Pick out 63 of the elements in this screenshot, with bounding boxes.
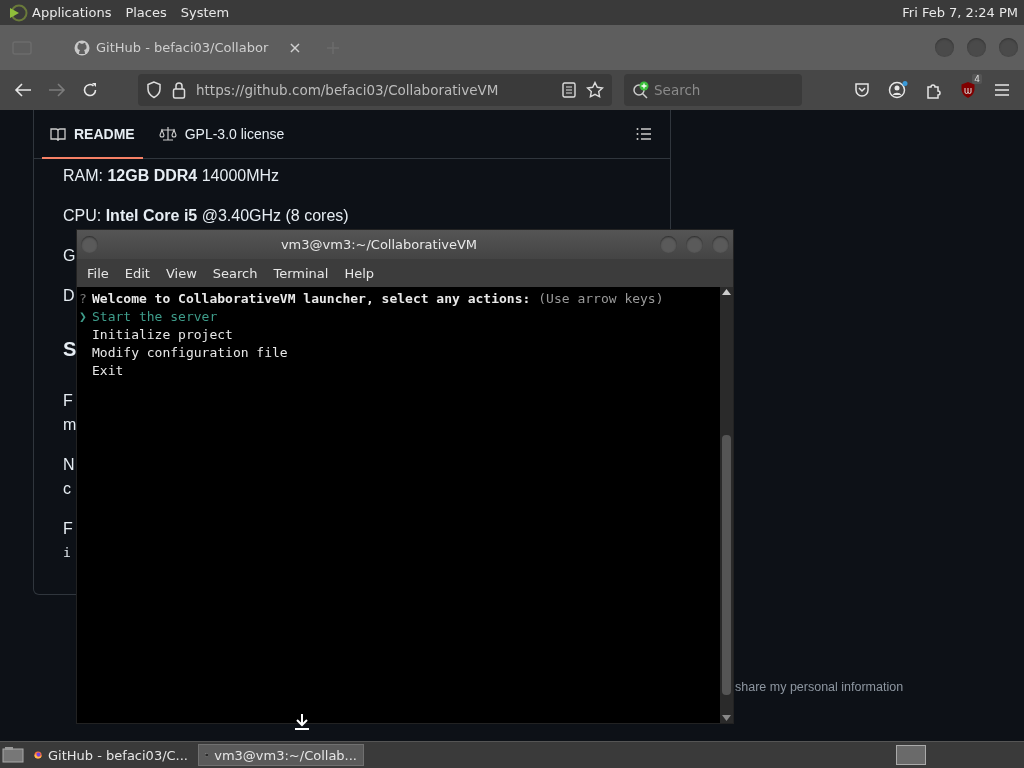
account-icon[interactable] <box>888 81 908 99</box>
section-heading: S <box>63 337 77 362</box>
scale-icon[interactable] <box>158 125 177 142</box>
panel-menu[interactable]: Places <box>125 5 167 20</box>
readme-tab[interactable]: GPL-3.0 license <box>150 110 293 159</box>
panel-menu[interactable]: Applications <box>32 5 112 20</box>
readme-text: m <box>63 415 77 435</box>
reload-icon[interactable] <box>82 82 98 98</box>
outline-icon[interactable] <box>636 127 652 141</box>
pointer-icon: ❯ <box>79 308 92 326</box>
prompt-mark: ? <box>79 290 88 308</box>
search-field[interactable]: Search <box>652 74 802 106</box>
menu-item[interactable]: Terminal <box>265 265 337 281</box>
menu-item[interactable]: File <box>79 265 117 281</box>
window-title: vm3@vm3:~/CollaborativeVM <box>279 237 479 252</box>
readme-text: N <box>63 455 75 475</box>
count-badge: 4 <box>972 74 982 84</box>
readme-text: c <box>63 479 71 499</box>
menu-option[interactable]: Exit <box>92 362 124 380</box>
show-desktop-icon[interactable] <box>2 746 24 764</box>
scrollbar[interactable] <box>720 287 733 723</box>
code-text: i <box>63 544 71 562</box>
reader-view-icon[interactable] <box>562 82 576 98</box>
github-icon[interactable] <box>74 39 90 56</box>
scroll-up-icon[interactable] <box>722 289 731 295</box>
readme-text: F <box>63 519 73 539</box>
readme-text: D <box>63 286 75 306</box>
menu-item[interactable]: Edit <box>116 265 158 281</box>
pocket-icon[interactable] <box>854 82 870 98</box>
download-icon[interactable] <box>293 713 311 731</box>
menu-item[interactable]: Search <box>204 265 266 281</box>
menu-item[interactable]: Help <box>336 265 383 281</box>
terminal-text: (Use arrow keys) <box>538 290 664 308</box>
close-tab-button[interactable]: × <box>288 38 302 57</box>
taskbar-button[interactable]: vm3@vm3:~/Collab... <box>198 744 364 766</box>
browser-tab[interactable]: GitHub - befaci03/Collabor <box>66 25 277 70</box>
clock[interactable]: Fri Feb 7, 2:24 PM <box>902 5 1018 20</box>
readme-text: G <box>63 246 76 266</box>
shield-icon[interactable] <box>146 81 162 99</box>
menu-option[interactable]: Modify configuration file <box>92 344 288 362</box>
logo-icon[interactable] <box>8 3 28 22</box>
puzzle-icon[interactable] <box>926 81 942 99</box>
menu-icon[interactable] <box>994 83 1010 97</box>
star-icon[interactable] <box>586 81 604 99</box>
readme-text: F <box>63 391 73 411</box>
address-bar[interactable]: https://github.com/befaci03/CollaborativeVM <box>138 74 612 106</box>
back-icon[interactable] <box>14 82 32 98</box>
ublock-icon[interactable] <box>960 81 976 99</box>
menu-item[interactable]: View <box>157 265 205 281</box>
readme-text: RAM: 12GB DDR4 14000MHz <box>63 166 280 186</box>
book-icon[interactable] <box>50 126 66 141</box>
workspace-switcher[interactable] <box>896 745 926 765</box>
panel-menu[interactable]: System <box>180 5 230 20</box>
taskbar-button[interactable]: GitHub - befaci03/C... <box>28 744 194 766</box>
readme-text: share my personal information <box>735 680 904 694</box>
scroll-down-icon[interactable] <box>722 715 731 721</box>
menu-option[interactable]: Initialize project <box>92 326 233 344</box>
menu-option[interactable]: Start the server <box>92 308 218 326</box>
search-icon[interactable] <box>624 74 652 106</box>
readme-tab[interactable]: README <box>42 110 143 159</box>
lock-icon[interactable] <box>172 81 186 99</box>
readme-text: CPU: Intel Core i5 @3.40GHz (8 cores) <box>63 206 349 226</box>
terminal-text: Welcome to CollaborativeVM launcher, select any actions: <box>92 290 531 308</box>
